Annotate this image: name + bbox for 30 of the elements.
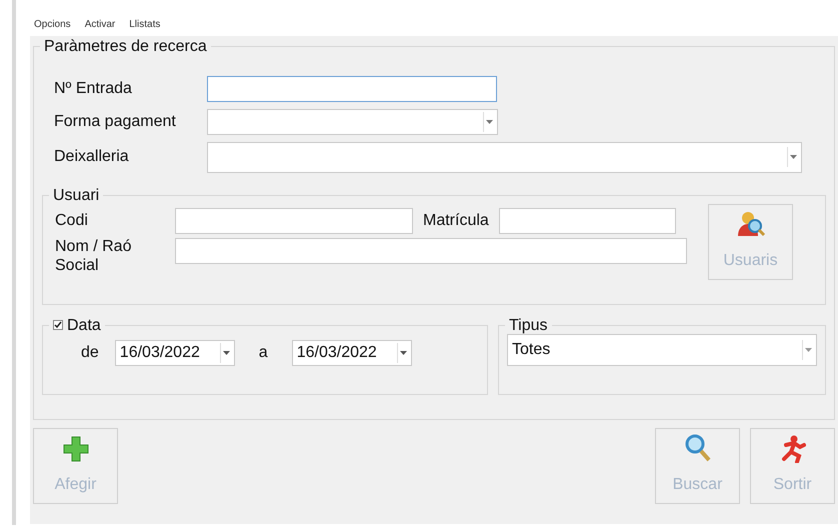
name-field[interactable] xyxy=(175,238,687,264)
field-label: Codi xyxy=(54,211,89,232)
group-title: Data xyxy=(67,316,101,334)
field-label: Matrícula xyxy=(423,211,489,232)
magnifier-icon xyxy=(684,433,712,463)
dropdown-arrow-icon[interactable] xyxy=(483,112,495,132)
type-combo[interactable]: Totes xyxy=(507,334,817,366)
group-title: Tipus xyxy=(508,316,549,334)
dropdown-arrow-icon[interactable] xyxy=(396,343,409,364)
code-field[interactable] xyxy=(175,208,413,234)
field-label: Deixalleria xyxy=(53,147,130,168)
field-label: Nº Entrada xyxy=(53,78,133,99)
field-label: Nom / Raó Social xyxy=(54,238,132,275)
plate-field[interactable] xyxy=(498,208,676,234)
running-person-icon xyxy=(780,435,806,463)
menu-item[interactable]: Opcions xyxy=(34,18,71,32)
group-title: Paràmetres de recerca xyxy=(43,38,208,56)
date-picker[interactable]: 16/03/2022 xyxy=(114,340,235,366)
field-label: a xyxy=(258,343,268,364)
plus-icon xyxy=(62,435,90,463)
menu-item[interactable]: Activar xyxy=(84,18,116,32)
date-picker[interactable]: 16/03/2022 xyxy=(292,340,412,366)
menu-item[interactable]: Llistats xyxy=(129,18,160,32)
group-title: Usuari xyxy=(52,186,100,204)
dropdown-arrow-icon[interactable] xyxy=(787,147,799,168)
field-label: de xyxy=(81,343,99,364)
field-label: Forma pagament xyxy=(53,112,177,132)
dropdown-arrow-icon[interactable] xyxy=(220,343,232,364)
checkbox[interactable] xyxy=(53,320,63,330)
input-field[interactable] xyxy=(207,76,497,102)
